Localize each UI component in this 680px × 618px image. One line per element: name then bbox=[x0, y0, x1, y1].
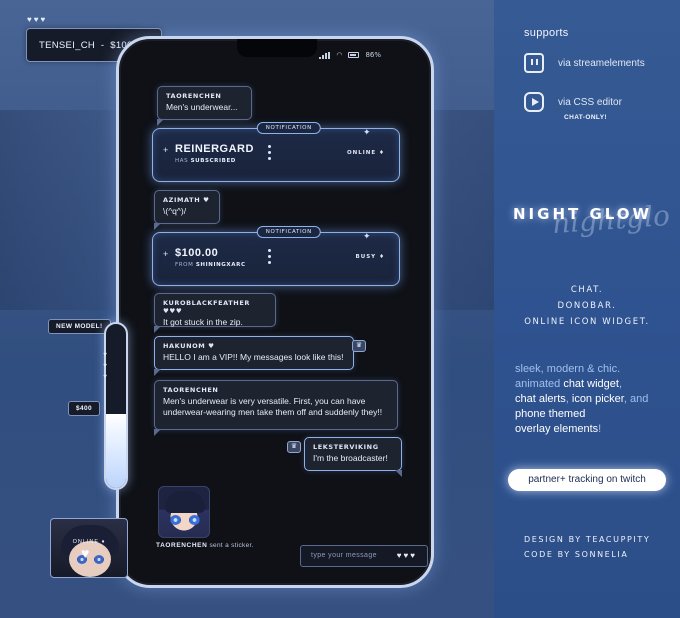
alert-title: REINERGARD bbox=[175, 143, 254, 155]
heart-icon: ♥ bbox=[81, 545, 90, 561]
bubble-tail bbox=[154, 369, 161, 376]
chat-message: TAORENCHEN Men's underwear is very versa… bbox=[154, 380, 398, 436]
vip-badge-icon: ♛ bbox=[352, 340, 366, 352]
sparkle-icon: ✦ bbox=[363, 127, 371, 137]
chat-text: I'm the broadcaster! bbox=[313, 453, 388, 463]
chat-message: AZIMATH ♥ \(^q^)/ bbox=[154, 190, 220, 230]
credit-design: DESIGN BY TEACUPPITY bbox=[524, 535, 651, 544]
support-streamelements: via streamelements bbox=[524, 53, 645, 73]
phone-notch bbox=[237, 39, 317, 57]
supports-heading: supports bbox=[524, 27, 569, 39]
message-input[interactable]: type your message ♥♥♥ bbox=[300, 545, 428, 567]
hearts-decoration: ♥♥♥ bbox=[103, 352, 107, 380]
twitch-icon bbox=[524, 53, 544, 73]
bubble-tail bbox=[154, 429, 161, 436]
youtube-icon bbox=[524, 92, 544, 112]
chat-message-vip: HAKUNOM ♥ HELLO I am a VIP!! My messages… bbox=[154, 336, 354, 376]
chat-username: KUROBLACKFEATHER ♥♥♥ bbox=[163, 299, 250, 315]
chat-message: TAORENCHEN Men's underwear... bbox=[157, 86, 252, 126]
chat-username: AZIMATH ♥ bbox=[163, 196, 210, 204]
chat-text: \(^q^)/ bbox=[163, 206, 187, 216]
plus-icon: + bbox=[163, 249, 169, 259]
bubble-tail bbox=[395, 470, 402, 477]
more-dots-icon bbox=[268, 145, 271, 160]
battery-icon bbox=[348, 52, 360, 58]
subscription-alert: NOTIFICATION ✦ + REINERGARD HAS SUBSCRIB… bbox=[152, 122, 400, 182]
brand-title: NIGHT GLOW bbox=[513, 205, 653, 223]
feature-item: CHAT. bbox=[570, 285, 604, 295]
sticker-caption: TAORENCHEN sent a sticker. bbox=[156, 542, 254, 549]
donation-progress-bar bbox=[104, 322, 128, 490]
support-css-editor: via CSS editor bbox=[524, 92, 622, 112]
bubble-tail bbox=[154, 326, 161, 333]
chat-text: Men's underwear... bbox=[166, 102, 238, 112]
more-dots-icon bbox=[268, 249, 271, 264]
plus-icon: + bbox=[163, 145, 169, 155]
hearts-icon: ♥♥♥ bbox=[396, 551, 417, 560]
chat-username: TAORENCHEN bbox=[163, 386, 219, 394]
input-placeholder: type your message bbox=[311, 552, 377, 559]
chat-username: LEKSTERVIKING bbox=[313, 443, 379, 451]
donobar-goal-label: NEW MODEL! bbox=[48, 319, 111, 334]
chat-message-broadcaster: LEKSTERVIKING I'm the broadcaster! bbox=[304, 437, 402, 477]
alert-badge: NOTIFICATION bbox=[256, 226, 321, 238]
online-icon-widget: ONLINE ♦ ♥ bbox=[50, 518, 128, 578]
bubble-tail bbox=[154, 223, 161, 230]
alert-subtitle: FROM SHININGXARC bbox=[175, 262, 246, 268]
alert-badge: NOTIFICATION bbox=[256, 122, 321, 134]
support-text: via streamelements bbox=[558, 57, 645, 69]
chat-text: It got stuck in the zip. bbox=[163, 317, 243, 327]
alert-title: $100.00 bbox=[175, 247, 219, 259]
signal-icon bbox=[319, 51, 331, 59]
credit-code: CODE BY SONNELIA bbox=[524, 550, 629, 559]
broadcaster-badge-icon: ♛ bbox=[287, 441, 301, 453]
sparkle-icon: ✦ bbox=[363, 231, 371, 241]
support-text: via CSS editor bbox=[558, 96, 622, 108]
chat-text: HELLO I am a VIP!! My messages look like… bbox=[163, 352, 344, 362]
chat-username: HAKUNOM ♥ bbox=[163, 342, 215, 350]
chat-username: TAORENCHEN bbox=[166, 92, 222, 100]
donobar-amount: $400 bbox=[68, 401, 101, 416]
donation-alert: NOTIFICATION ✦ + $100.00 FROM SHININGXAR… bbox=[152, 226, 400, 286]
hearts-decoration: ♥♥♥ bbox=[27, 15, 48, 24]
description: sleek, modern & chic. animated chat widg… bbox=[515, 363, 649, 435]
chat-text: Men's underwear is very versatile. First… bbox=[163, 396, 383, 418]
feature-item: DONOBAR. bbox=[557, 301, 617, 311]
sticker-image bbox=[158, 486, 210, 538]
bubble-tail bbox=[157, 119, 164, 126]
chat-message: KUROBLACKFEATHER ♥♥♥ It got stuck in the… bbox=[154, 293, 276, 333]
partner-tracking-button[interactable]: partner+ tracking on twitch bbox=[508, 469, 666, 491]
chat-only-note: CHAT-ONLY! bbox=[564, 114, 607, 121]
alert-status: BUSY ♦ bbox=[355, 254, 385, 260]
progress-fill bbox=[106, 414, 126, 488]
alert-status: ONLINE ♦ bbox=[346, 150, 385, 156]
feature-list: CHAT. DONOBAR. ONLINE ICON WIDGET. bbox=[494, 282, 680, 330]
wifi-icon: ◠ bbox=[336, 51, 343, 59]
credits: DESIGN BY TEACUPPITY CODE BY SONNELIA bbox=[524, 532, 650, 562]
alert-subtitle: HAS SUBSCRIBED bbox=[175, 158, 236, 164]
status-bar: ◠ 86% bbox=[319, 51, 381, 59]
battery-level: 86% bbox=[365, 51, 381, 59]
feature-item: ONLINE ICON WIDGET. bbox=[524, 317, 650, 327]
